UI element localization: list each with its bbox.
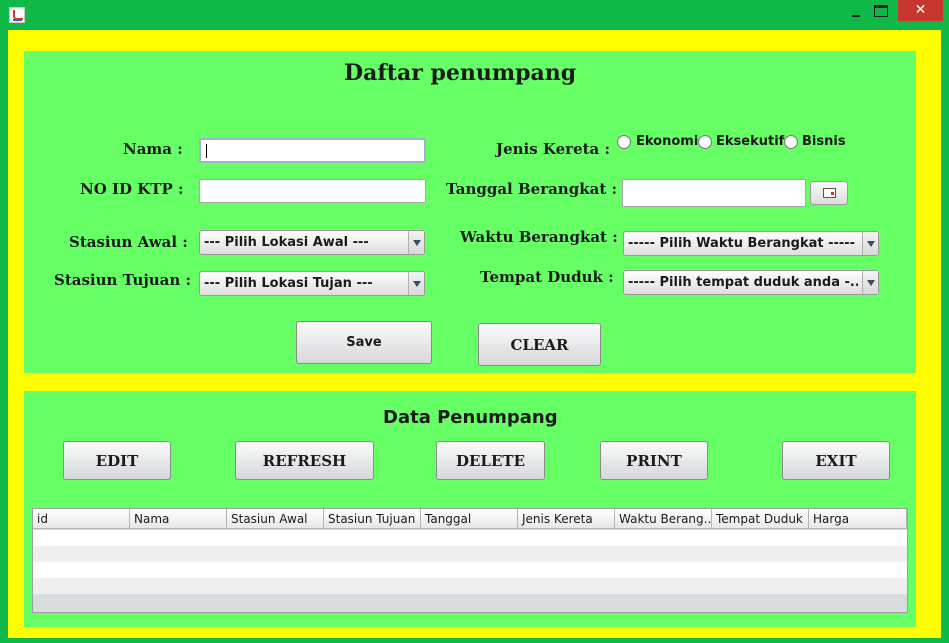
main-frame: Daftar penumpang Nama : NO ID KTP : Stas… — [8, 30, 941, 638]
chevron-down-icon[interactable] — [862, 232, 878, 255]
stasiun-awal-selected: --- Pilih Lokasi Awal --- — [204, 235, 369, 250]
title-bar: ✕ — [0, 0, 949, 30]
waktu-selected: ----- Pilih Waktu Berangkat ----- — [628, 236, 856, 251]
stasiun-awal-label: Stasiun Awal : — [69, 233, 188, 251]
radio-eksekutif-label[interactable]: Eksekutif — [716, 134, 784, 149]
radio-bisnis[interactable] — [784, 135, 798, 149]
tempat-duduk-select[interactable]: ----- Pilih tempat duduk anda -... — [623, 270, 879, 295]
jenis-kereta-label: Jenis Kereta : — [496, 140, 611, 158]
table-row[interactable] — [33, 546, 907, 562]
minimize-icon[interactable] — [849, 5, 863, 19]
calendar-icon — [823, 188, 836, 198]
column-header[interactable]: Stasiun Tujuan — [324, 509, 421, 529]
radio-ekonomi[interactable] — [617, 135, 631, 149]
column-header[interactable]: Waktu Berang... — [615, 509, 712, 529]
chevron-down-icon[interactable] — [408, 272, 424, 295]
radio-bisnis-label[interactable]: Bisnis — [802, 134, 846, 149]
text-caret — [206, 144, 207, 158]
stasiun-tujuan-select[interactable]: --- Pilih Lokasi Tujan --- — [199, 271, 425, 296]
tanggal-label: Tanggal Berangkat : — [446, 180, 618, 198]
chevron-down-icon[interactable] — [408, 231, 424, 254]
edit-button[interactable]: EDIT — [63, 441, 171, 480]
save-button[interactable]: Save — [296, 321, 432, 364]
data-title: Data Penumpang — [383, 407, 558, 428]
ktp-input[interactable] — [199, 179, 426, 203]
radio-eksekutif[interactable] — [698, 135, 712, 149]
waktu-select[interactable]: ----- Pilih Waktu Berangkat ----- — [623, 231, 879, 256]
column-header[interactable]: id — [33, 509, 130, 529]
waktu-label: Waktu Berangkat : — [460, 228, 618, 246]
column-header[interactable]: Nama — [130, 509, 227, 529]
refresh-button[interactable]: REFRESH — [235, 441, 374, 480]
stasiun-tujuan-selected: --- Pilih Lokasi Tujan --- — [204, 276, 373, 291]
date-picker-button[interactable] — [810, 181, 848, 205]
exit-button[interactable]: EXIT — [782, 441, 890, 480]
table-row[interactable] — [33, 530, 907, 546]
tanggal-input[interactable] — [622, 179, 806, 207]
column-header[interactable]: Jenis Kereta — [518, 509, 615, 529]
column-header[interactable]: Stasiun Awal — [227, 509, 324, 529]
maximize-icon[interactable] — [874, 5, 888, 17]
table-row[interactable] — [33, 562, 907, 578]
stasiun-tujuan-label: Stasiun Tujuan : — [54, 271, 192, 289]
tempat-duduk-label: Tempat Duduk : — [480, 268, 614, 286]
table-row[interactable] — [33, 578, 907, 594]
delete-button[interactable]: DELETE — [436, 441, 545, 480]
close-icon[interactable]: ✕ — [898, 0, 943, 21]
stasiun-awal-select[interactable]: --- Pilih Lokasi Awal --- — [199, 230, 425, 255]
nama-input[interactable] — [199, 138, 426, 163]
tempat-duduk-selected: ----- Pilih tempat duduk anda -... — [628, 275, 858, 290]
form-title: Daftar penumpang — [344, 60, 577, 86]
form-panel: Daftar penumpang Nama : NO ID KTP : Stas… — [24, 51, 916, 373]
nama-label: Nama : — [123, 140, 183, 158]
column-header[interactable]: Tanggal — [421, 509, 518, 529]
column-header[interactable]: Tempat Duduk — [712, 509, 809, 529]
radio-ekonomi-label[interactable]: Ekonomi — [636, 134, 698, 149]
print-button[interactable]: PRINT — [600, 441, 708, 480]
ktp-label: NO ID KTP : — [80, 180, 184, 198]
java-app-icon — [9, 7, 25, 23]
column-header[interactable]: Harga — [809, 509, 907, 529]
clear-button[interactable]: CLEAR — [478, 323, 601, 366]
penumpang-table[interactable]: id Nama Stasiun Awal Stasiun Tujuan Tang… — [32, 508, 908, 613]
table-header: id Nama Stasiun Awal Stasiun Tujuan Tang… — [33, 509, 907, 529]
chevron-down-icon[interactable] — [862, 271, 878, 294]
